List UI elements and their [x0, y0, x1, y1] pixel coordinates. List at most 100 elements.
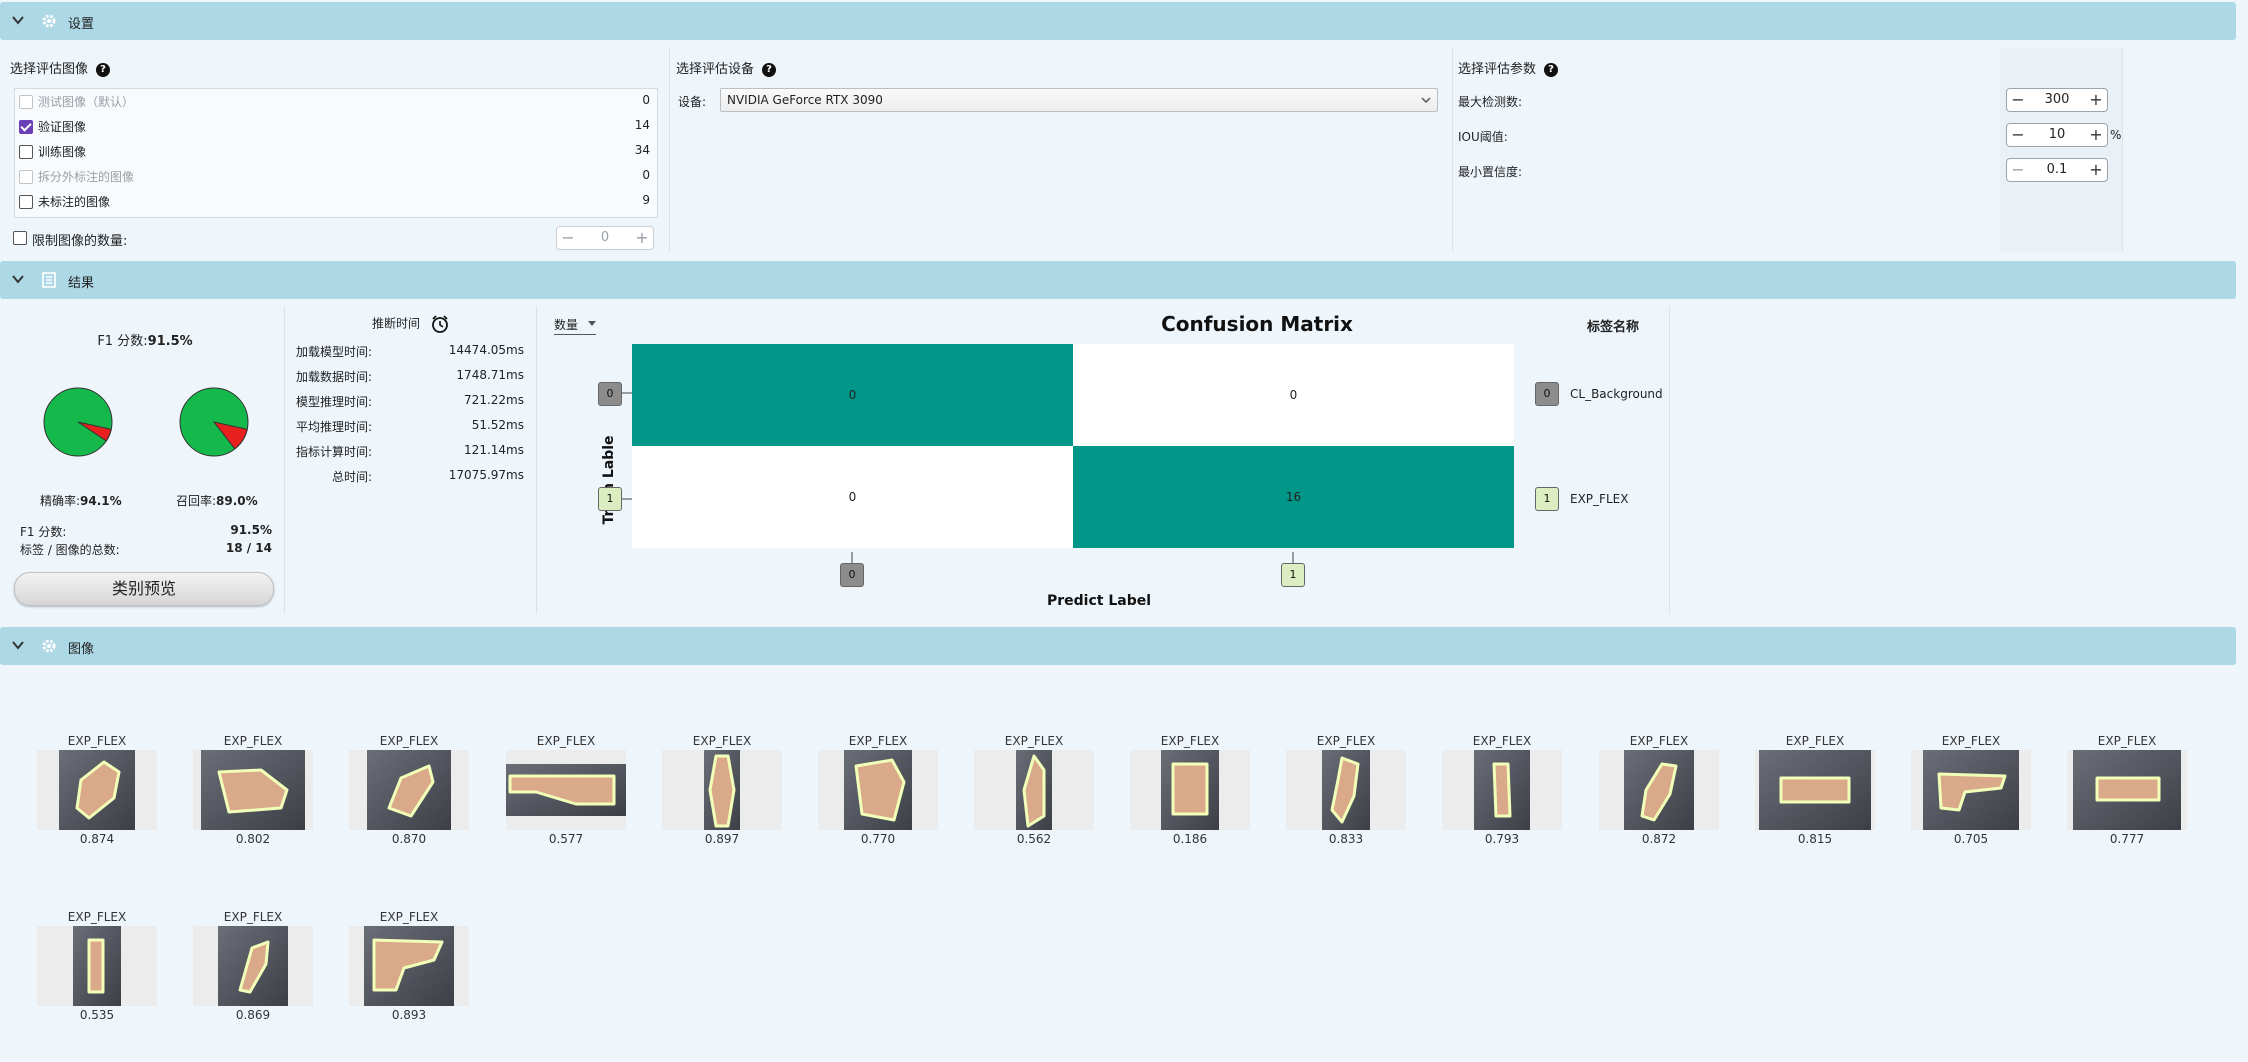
image-tile[interactable]: EXP_FLEX 0.870	[349, 734, 469, 846]
device-select[interactable]: NVIDIA GeForce RTX 3090	[720, 88, 1438, 112]
recall-metric: 召回率:89.0%	[176, 494, 258, 508]
timing-label: 平均推理时间:	[296, 420, 373, 434]
plus-icon[interactable]: +	[2085, 159, 2107, 181]
image-source-checkbox[interactable]	[19, 145, 33, 159]
image-thumbnail[interactable]	[73, 926, 121, 1006]
detection-outline	[367, 750, 451, 830]
images-section-header[interactable]: 图像	[0, 627, 2236, 665]
detection-outline	[1016, 750, 1052, 830]
image-thumbnail-frame	[1755, 750, 1875, 830]
minus-icon[interactable]: −	[2007, 159, 2029, 181]
plus-icon[interactable]: +	[2085, 124, 2107, 146]
max-detections-value[interactable]: 300	[2029, 89, 2085, 111]
limit-images-value[interactable]: 0	[579, 227, 631, 249]
iou-threshold-label: IOU阈值:	[1458, 130, 1508, 144]
image-thumbnail-frame	[2067, 750, 2187, 830]
plus-icon[interactable]: +	[2085, 89, 2107, 111]
detection-outline	[844, 750, 912, 830]
gear-icon	[42, 639, 56, 653]
image-thumbnail[interactable]	[1923, 750, 2019, 830]
image-tile[interactable]: EXP_FLEX 0.793	[1442, 734, 1562, 846]
truth-class-0-badge: 0	[598, 382, 622, 406]
legend-class-0-badge: 0	[1535, 382, 1559, 406]
image-tile[interactable]: EXP_FLEX 0.705	[1911, 734, 2031, 846]
image-score: 0.874	[79, 832, 115, 846]
timing-label: 模型推理时间:	[296, 395, 373, 409]
image-score: 0.802	[235, 832, 271, 846]
limit-images-checkbox[interactable]	[13, 231, 27, 245]
timing-unit: ms	[506, 468, 524, 482]
image-thumbnail[interactable]	[1322, 750, 1370, 830]
matrix-mode-select[interactable]: 数量	[554, 316, 596, 335]
max-detections-stepper[interactable]: − 300 +	[2006, 88, 2108, 112]
plus-icon[interactable]: +	[631, 227, 653, 249]
detection-outline	[1161, 750, 1219, 830]
timing-number: 14474.05	[448, 343, 507, 357]
image-thumbnail[interactable]	[2073, 750, 2181, 830]
device-select-heading: 选择评估设备?	[676, 58, 777, 77]
iou-threshold-stepper[interactable]: − 10 +	[2006, 123, 2108, 147]
help-icon[interactable]: ?	[96, 62, 111, 77]
timing-number: 51.52	[471, 418, 507, 432]
image-thumbnail-frame	[1130, 750, 1250, 830]
image-tile[interactable]: EXP_FLEX 0.535	[37, 910, 157, 1022]
image-tile[interactable]: EXP_FLEX 0.577	[506, 734, 626, 846]
image-thumbnail[interactable]	[1759, 750, 1871, 830]
image-thumbnail-frame	[974, 750, 1094, 830]
image-thumbnail[interactable]	[1161, 750, 1219, 830]
label-legend-title: 标签名称	[1586, 320, 1639, 335]
image-label: EXP_FLEX	[1004, 734, 1064, 748]
image-source-checkbox[interactable]	[19, 120, 33, 134]
image-tile[interactable]: EXP_FLEX 0.815	[1755, 734, 1875, 846]
image-thumbnail[interactable]	[506, 764, 626, 816]
image-tile[interactable]: EXP_FLEX 0.562	[974, 734, 1094, 846]
category-preview-button[interactable]: 类别预览	[14, 572, 274, 606]
image-source-checkbox[interactable]	[19, 195, 33, 209]
settings-section-header[interactable]: 设置	[0, 2, 2236, 40]
image-tile[interactable]: EXP_FLEX 0.893	[349, 910, 469, 1022]
image-thumbnail[interactable]	[1016, 750, 1052, 830]
image-source-label: 未标注的图像	[38, 195, 111, 209]
min-confidence-stepper[interactable]: − 0.1 +	[2006, 158, 2108, 182]
image-tile[interactable]: EXP_FLEX 0.833	[1286, 734, 1406, 846]
image-thumbnail[interactable]	[59, 750, 135, 830]
image-thumbnail[interactable]	[201, 750, 305, 830]
image-thumbnail[interactable]	[1474, 750, 1530, 830]
image-score: 0.777	[2109, 832, 2145, 846]
limit-images-stepper[interactable]: − 0 +	[556, 226, 654, 250]
minus-icon[interactable]: −	[557, 227, 579, 249]
results-section-header[interactable]: 结果	[0, 261, 2236, 299]
image-tile[interactable]: EXP_FLEX 0.770	[818, 734, 938, 846]
chevron-down-icon[interactable]	[10, 12, 26, 28]
chevron-down-icon[interactable]	[10, 271, 26, 287]
help-icon[interactable]: ?	[762, 62, 777, 77]
chevron-down-icon[interactable]	[10, 637, 26, 653]
image-tile[interactable]: EXP_FLEX 0.802	[193, 734, 313, 846]
image-thumbnail[interactable]	[364, 926, 454, 1006]
image-thumbnail[interactable]	[1624, 750, 1694, 830]
image-thumbnail[interactable]	[218, 926, 288, 1006]
image-thumbnail[interactable]	[844, 750, 912, 830]
image-tile[interactable]: EXP_FLEX 0.874	[37, 734, 157, 846]
image-tile[interactable]: EXP_FLEX 0.777	[2067, 734, 2187, 846]
image-label: EXP_FLEX	[1629, 734, 1689, 748]
detection-outline	[201, 750, 305, 830]
image-select-heading: 选择评估图像?	[10, 58, 111, 77]
image-label: EXP_FLEX	[1316, 734, 1376, 748]
iou-threshold-value[interactable]: 10	[2029, 124, 2085, 146]
truth-class-1-badge: 1	[598, 487, 622, 511]
image-thumbnail[interactable]	[704, 750, 740, 830]
image-tile[interactable]: EXP_FLEX 0.186	[1130, 734, 1250, 846]
precision-pie-chart	[43, 387, 113, 457]
timing-unit: ms	[506, 393, 524, 407]
image-tile[interactable]: EXP_FLEX 0.897	[662, 734, 782, 846]
help-icon[interactable]: ?	[1544, 62, 1559, 77]
image-tile[interactable]: EXP_FLEX 0.869	[193, 910, 313, 1022]
image-thumbnail-frame	[349, 926, 469, 1006]
minus-icon[interactable]: −	[2007, 124, 2029, 146]
image-score: 0.870	[391, 832, 427, 846]
image-thumbnail[interactable]	[367, 750, 451, 830]
min-confidence-value[interactable]: 0.1	[2029, 159, 2085, 181]
minus-icon[interactable]: −	[2007, 89, 2029, 111]
image-tile[interactable]: EXP_FLEX 0.872	[1599, 734, 1719, 846]
